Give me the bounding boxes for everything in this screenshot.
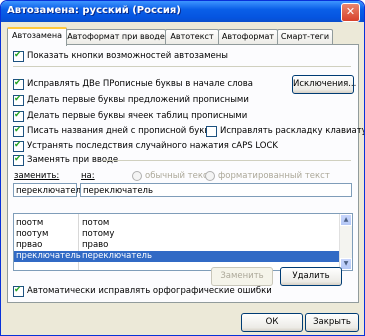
close-icon[interactable]: ✕ — [341, 3, 360, 22]
plain-text-label: обычный текст — [145, 171, 213, 181]
fix-two-caps-label: Исправлять ДВе ПРописные буквы в начале … — [27, 79, 253, 89]
tab-autotext[interactable]: Автотекст — [165, 29, 219, 44]
tab-autoformat[interactable]: Автоформат — [218, 29, 278, 44]
list-item-to: право — [82, 240, 109, 250]
tab-autoformat-as-you-type[interactable]: Автоформат при вводе — [66, 29, 166, 44]
list-item-from: преключатель — [16, 251, 81, 261]
tab-autocorrect[interactable]: Автозамена — [7, 27, 67, 46]
fix-caps-lock-checkbox[interactable] — [13, 140, 24, 152]
replace-label: заменить: — [14, 171, 60, 181]
list-item-to: переключатель — [82, 251, 152, 261]
plain-text-radio[interactable] — [132, 171, 142, 181]
window-title: Автозамена: русский (Россия) — [7, 5, 181, 16]
title-bar[interactable]: Автозамена: русский (Россия) ✕ — [1, 1, 364, 22]
show-buttons-label: Показать кнопки возможностей автозамены — [27, 51, 228, 61]
replace-input[interactable]: переключатель — [13, 183, 86, 197]
autocorrect-dialog: Автозамена: русский (Россия) ✕ Автозамен… — [0, 0, 365, 336]
with-label: на: — [81, 171, 95, 181]
formatted-text-label: форматированный текст — [218, 171, 330, 181]
ok-button[interactable]: ОК — [241, 313, 303, 332]
fix-two-caps-checkbox[interactable] — [13, 78, 24, 90]
close-button[interactable]: Закрыть — [305, 313, 359, 332]
capitalize-days-checkbox[interactable] — [13, 125, 24, 137]
list-item-from: првао — [16, 240, 43, 250]
list-item-from: поотм — [16, 218, 44, 228]
separator — [13, 66, 351, 67]
list-item-to: потом — [82, 218, 110, 228]
formatted-text-radio[interactable] — [205, 171, 215, 181]
auto-spelling-checkbox[interactable] — [13, 285, 24, 297]
tab-bar: Автозамена Автоформат при вводе Автотекс… — [7, 27, 359, 46]
capitalize-table-cells-label: Делать первые буквы ячеек таблиц прописн… — [27, 111, 248, 121]
with-input[interactable]: переключатель — [80, 183, 352, 197]
fix-keyboard-layout-checkbox[interactable] — [206, 126, 217, 137]
list-item[interactable]: поотм потом — [14, 218, 325, 229]
tab-smart-tags[interactable]: Смарт-теги — [277, 29, 333, 44]
list-item-selected[interactable]: преключатель переключатель — [14, 251, 339, 262]
replacement-list[interactable]: поотм потом поотум потому првао право пр… — [13, 213, 353, 271]
scroll-up-icon[interactable]: ▲ — [340, 214, 352, 226]
capitalize-sentences-label: Делать первые буквы предложений прописны… — [27, 95, 249, 105]
list-item-to: потому — [82, 229, 115, 239]
list-item-from: поотум — [16, 229, 49, 239]
replace-as-you-type-checkbox[interactable] — [13, 154, 24, 166]
delete-button[interactable]: Удалить — [280, 267, 342, 286]
show-buttons-checkbox[interactable] — [13, 50, 24, 62]
list-item[interactable]: поотум потому — [14, 229, 325, 240]
separator — [103, 160, 351, 161]
capitalize-table-cells-checkbox[interactable] — [13, 110, 24, 122]
replace-button[interactable]: Заменить — [211, 267, 273, 286]
exceptions-button[interactable]: Исключения... — [292, 75, 356, 94]
list-item[interactable]: првао право — [14, 240, 325, 251]
autocorrect-panel: Показать кнопки возможностей автозамены … — [7, 44, 364, 303]
fix-keyboard-layout-label: Исправлять раскладку клавиатуры — [220, 126, 365, 136]
fix-caps-lock-label: Устранять последствия случайного нажатия… — [27, 141, 278, 151]
list-scrollbar[interactable]: ▲ ▼ — [339, 214, 352, 270]
capitalize-sentences-checkbox[interactable] — [13, 94, 24, 106]
capitalize-days-label: Писать названия дней с прописной буквы — [27, 126, 217, 136]
auto-spelling-label: Автоматически исправлять орфографические… — [27, 286, 272, 296]
